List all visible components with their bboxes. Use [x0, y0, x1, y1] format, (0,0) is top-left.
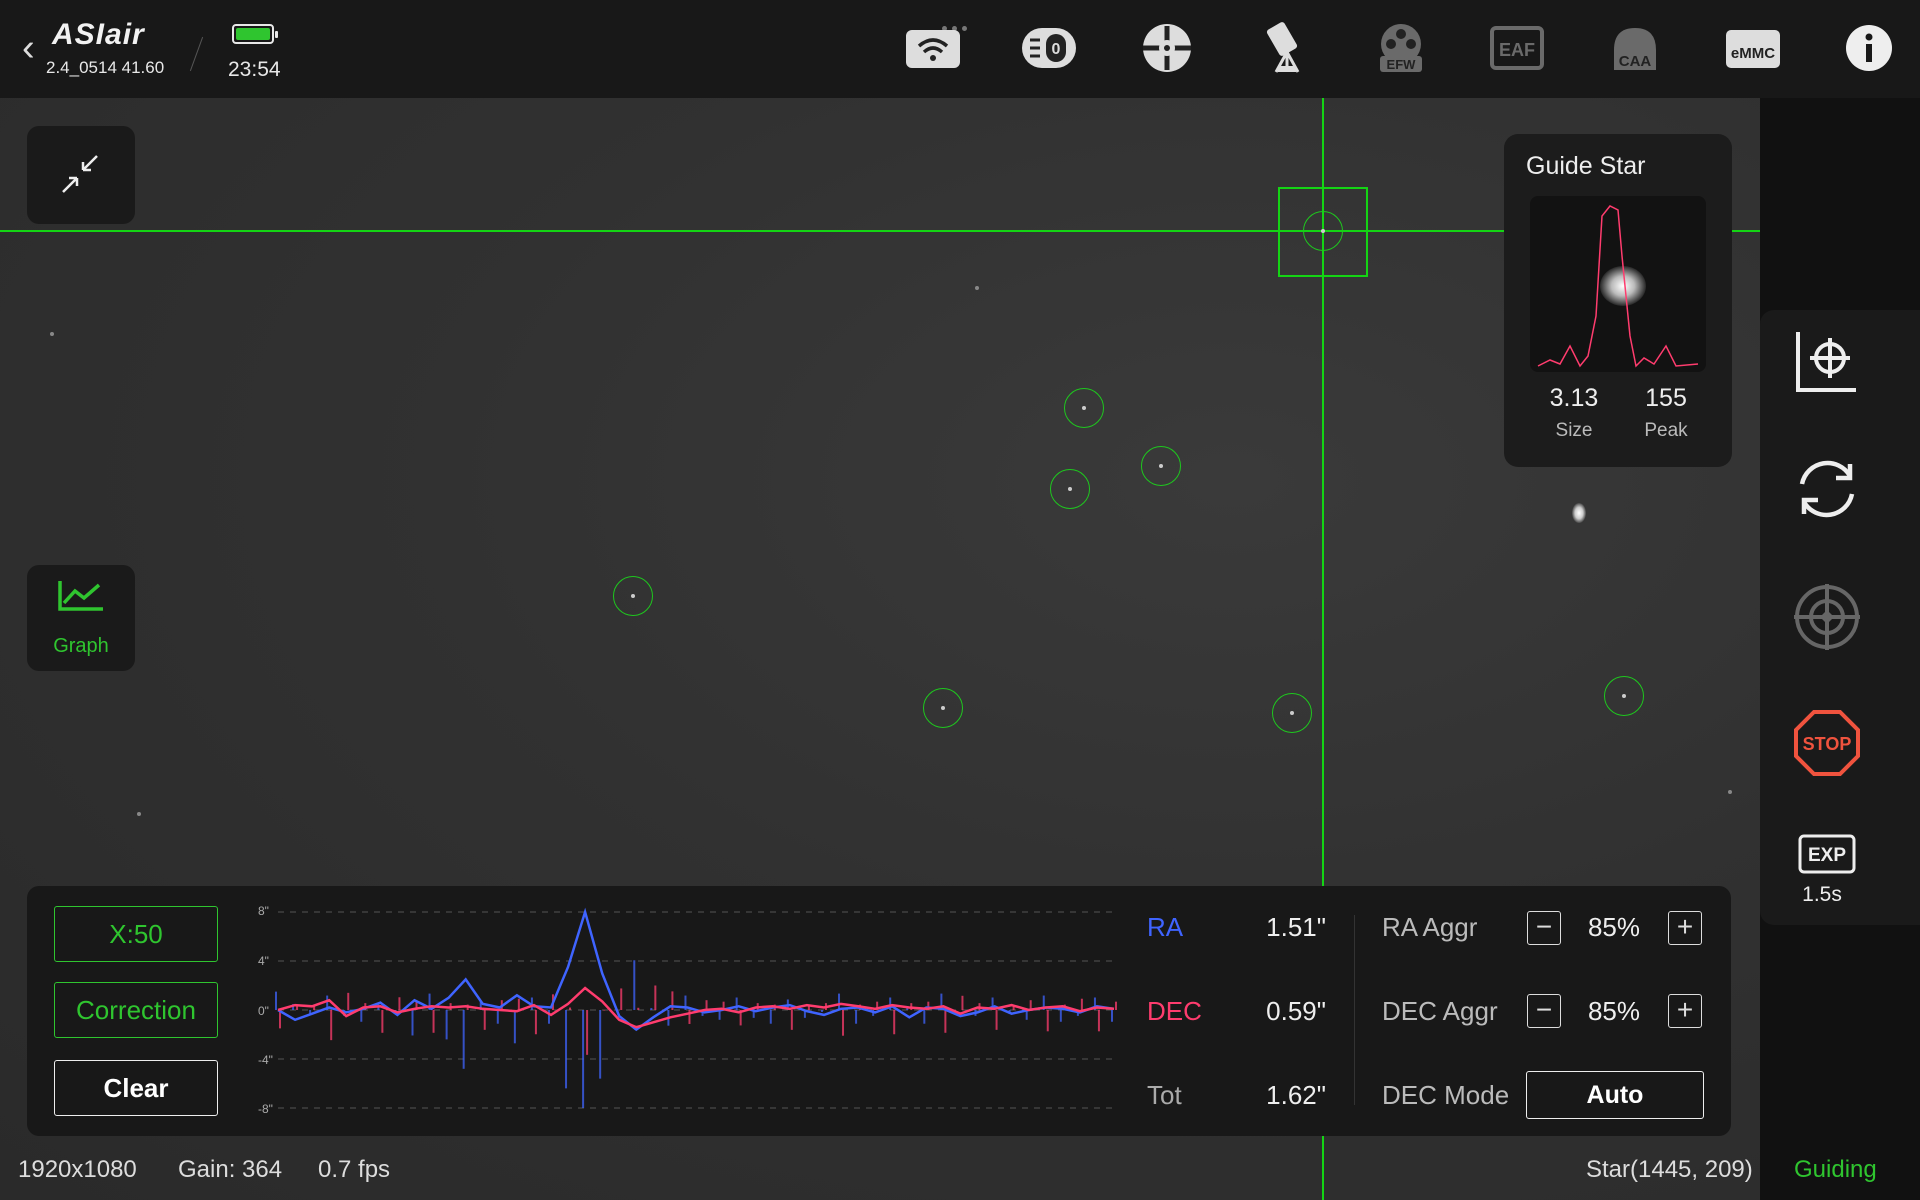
svg-text:STOP: STOP — [1803, 734, 1852, 754]
guide-star-size-value: 3.13 — [1549, 384, 1599, 412]
detected-star-marker[interactable] — [613, 576, 653, 616]
eaf-icon[interactable]: EAF — [1488, 22, 1546, 74]
app-logo: ASIair — [52, 18, 145, 51]
detected-star-marker[interactable] — [1141, 446, 1181, 486]
ra-aggr-label: RA Aggr — [1382, 912, 1478, 942]
graph-icon — [58, 581, 103, 611]
svg-text:CAA: CAA — [1619, 53, 1652, 70]
background-star — [137, 812, 141, 816]
background-star — [1728, 790, 1732, 794]
ra-aggr-plus-button[interactable]: + — [1668, 911, 1702, 945]
exposure-value[interactable]: 1.5s — [1760, 883, 1884, 907]
gain-text: Gain: 364 — [178, 1156, 283, 1183]
ra-label: RA — [1147, 912, 1184, 942]
detected-star-marker[interactable] — [1064, 388, 1104, 428]
dec-series-line — [277, 986, 1115, 1029]
fps-text: 0.7 fps — [318, 1156, 391, 1183]
guide-scope-icon[interactable] — [1138, 22, 1196, 74]
guide-target-icon[interactable] — [1790, 580, 1864, 654]
guide-star-panel: Guide Star 3.13 155 Size Peak — [1504, 134, 1732, 467]
dec-aggr-value: 85% — [1587, 996, 1641, 1026]
calibrate-icon[interactable] — [1790, 324, 1864, 398]
detected-star-marker[interactable] — [1604, 676, 1644, 716]
ra-aggr-value: 85% — [1587, 912, 1641, 942]
divider — [189, 36, 204, 72]
collapse-view-button[interactable] — [27, 126, 135, 224]
svg-text:EFW: EFW — [1387, 57, 1417, 72]
dec-mode-label: DEC Mode — [1382, 1080, 1510, 1110]
loop-icon[interactable] — [1790, 452, 1864, 526]
emmc-icon[interactable]: eMMC — [1724, 22, 1782, 74]
dec-label: DEC — [1147, 996, 1202, 1026]
star-position-text: Star(1445, 209) — [1586, 1156, 1753, 1183]
storage-icon[interactable]: 0 — [1020, 22, 1078, 74]
guide-star-title: Guide Star — [1526, 152, 1646, 180]
selected-guide-star[interactable] — [1303, 211, 1343, 251]
ra-value: 1.51" — [1266, 912, 1326, 942]
top-bar: ‹ ASIair 2.4_0514 41.60 23:54 0 EFW EAF … — [0, 0, 1920, 98]
clock: 23:54 — [228, 58, 281, 81]
guiding-graph[interactable] — [258, 900, 1122, 1120]
resolution-text: 1920x1080 — [18, 1156, 137, 1183]
collapse-icon — [62, 155, 98, 193]
svg-text:0: 0 — [1052, 41, 1061, 58]
graph-toggle-button[interactable]: Graph — [27, 565, 135, 671]
dec-aggr-minus-button[interactable]: − — [1527, 994, 1561, 1028]
detected-star-marker[interactable] — [923, 688, 963, 728]
caa-icon[interactable]: CAA — [1606, 22, 1664, 74]
svg-text:EAF: EAF — [1499, 40, 1535, 60]
detected-star-marker[interactable] — [1050, 469, 1090, 509]
telescope-mount-icon[interactable] — [1258, 22, 1316, 74]
wifi-icon[interactable] — [904, 22, 962, 74]
dec-mode-select[interactable]: Auto — [1526, 1071, 1704, 1119]
dec-value: 0.59" — [1266, 996, 1326, 1026]
background-star — [50, 332, 54, 336]
ra-aggr-minus-button[interactable]: − — [1527, 911, 1561, 945]
battery-icon — [232, 24, 278, 44]
graph-label: Graph — [53, 635, 109, 657]
background-star — [975, 286, 979, 290]
x-scale-button[interactable]: X:50 — [54, 906, 218, 962]
guide-star-size-label: Size — [1555, 420, 1593, 441]
guide-star-profile — [1530, 196, 1706, 372]
dec-aggr-plus-button[interactable]: + — [1668, 994, 1702, 1028]
divider — [1354, 915, 1355, 1105]
efw-icon[interactable]: EFW — [1372, 22, 1430, 74]
guiding-status: Guiding — [1794, 1156, 1877, 1183]
clear-button[interactable]: Clear — [54, 1060, 218, 1116]
info-icon[interactable] — [1840, 22, 1898, 74]
correction-button[interactable]: Correction — [54, 982, 218, 1038]
detected-star-marker[interactable] — [1272, 693, 1312, 733]
svg-text:eMMC: eMMC — [1731, 45, 1775, 62]
guide-star-peak-label: Peak — [1644, 420, 1688, 441]
tot-label: Tot — [1147, 1080, 1182, 1110]
bright-star — [1572, 503, 1586, 523]
svg-text:EXP: EXP — [1808, 845, 1846, 866]
firmware-version: 2.4_0514 41.60 — [46, 58, 165, 77]
crosshair-horizontal — [0, 230, 1760, 232]
guide-star-peak-value: 155 — [1645, 384, 1687, 412]
tot-value: 1.62" — [1266, 1080, 1326, 1110]
dec-aggr-label: DEC Aggr — [1382, 996, 1498, 1026]
stop-icon[interactable]: STOP — [1790, 706, 1864, 780]
